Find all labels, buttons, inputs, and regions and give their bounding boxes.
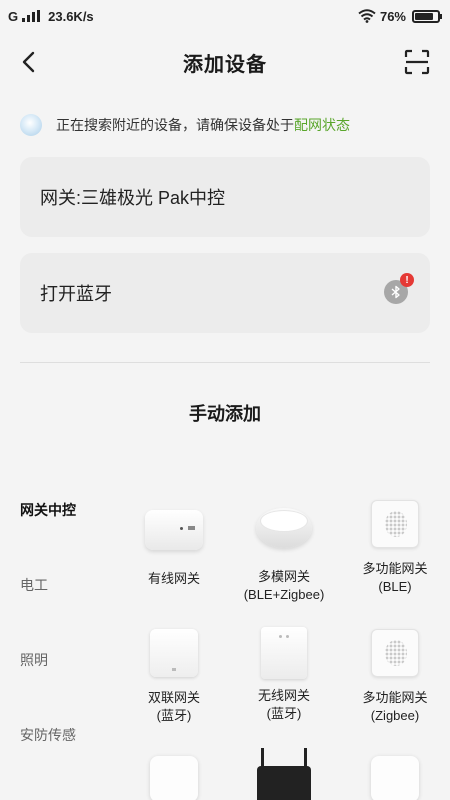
- device-multifunction-gateway-zigbee[interactable]: 多功能网关 (Zigbee): [340, 627, 450, 725]
- multifunction-gateway-icon: [365, 500, 425, 552]
- scan-icon[interactable]: [404, 49, 430, 75]
- category-security[interactable]: 安防传感: [20, 725, 76, 745]
- bluetooth-label: 打开蓝牙: [40, 284, 112, 304]
- multifunction-gateway-icon: [365, 629, 425, 681]
- manual-add-title: 手动添加: [189, 404, 261, 424]
- device-multifunction-gateway-ble[interactable]: 多功能网关 (BLE): [340, 498, 450, 596]
- chevron-left-icon[interactable]: [16, 48, 44, 76]
- device-mesh-panel[interactable]: [340, 752, 450, 800]
- wifi-icon: [358, 9, 376, 23]
- carrier-label: G: [8, 8, 19, 24]
- dual-gateway-icon: [144, 629, 204, 681]
- alert-badge-icon: !: [400, 273, 414, 287]
- device-range-extender[interactable]: [229, 748, 339, 800]
- range-extender-icon: [254, 748, 314, 800]
- square-hub-icon: [144, 756, 204, 800]
- device-label: 有线网关: [147, 571, 200, 586]
- network-speed: 23.6K/s: [48, 8, 94, 24]
- category-lighting[interactable]: 照明: [20, 650, 48, 670]
- gateway-card[interactable]: 网关:三雄极光 Pak中控: [20, 157, 430, 237]
- device-label: 多功能网关 (Zigbee): [362, 690, 428, 723]
- category-gateway[interactable]: 网关中控: [20, 500, 76, 520]
- category-electrical[interactable]: 电工: [20, 575, 48, 595]
- wireless-gateway-icon: [254, 627, 314, 679]
- device-label: 双联网关 (蓝牙): [147, 690, 200, 723]
- searching-indicator-icon: [20, 114, 42, 136]
- device-label: 多模网关 (BLE+Zigbee): [243, 569, 325, 602]
- wired-gateway-icon: [144, 510, 204, 562]
- page-title: 添加设备: [183, 53, 267, 76]
- battery-icon: [412, 9, 442, 23]
- signal-icon: [22, 10, 41, 22]
- pairing-mode-link[interactable]: 配网状态: [294, 115, 350, 135]
- app-header: 添加设备: [0, 40, 450, 84]
- device-wired-gateway[interactable]: 有线网关: [119, 498, 229, 588]
- device-label: 无线网关 (蓝牙): [257, 688, 310, 721]
- bluetooth-card[interactable]: 打开蓝牙 !: [20, 253, 430, 333]
- search-status-text: 正在搜索附近的设备，请确保设备处于: [56, 117, 294, 133]
- battery-percent: 76%: [379, 8, 406, 24]
- status-bar: G 23.6K/s 76%: [0, 0, 450, 32]
- device-wireless-gateway[interactable]: 无线网关 (蓝牙): [229, 627, 339, 723]
- gateway-label: 网关:三雄极光 Pak中控: [40, 188, 226, 208]
- device-dual-gateway[interactable]: 双联网关 (蓝牙): [119, 627, 229, 725]
- section-divider: [20, 362, 430, 363]
- mesh-panel-icon: [365, 756, 425, 800]
- device-square-hub[interactable]: [119, 752, 229, 800]
- search-status: 正在搜索附近的设备，请确保设备处于 配网状态: [20, 114, 350, 136]
- device-multimode-gateway[interactable]: 多模网关 (BLE+Zigbee): [229, 498, 339, 604]
- multimode-gateway-icon: [254, 508, 314, 560]
- device-label: 多功能网关 (BLE): [362, 561, 428, 594]
